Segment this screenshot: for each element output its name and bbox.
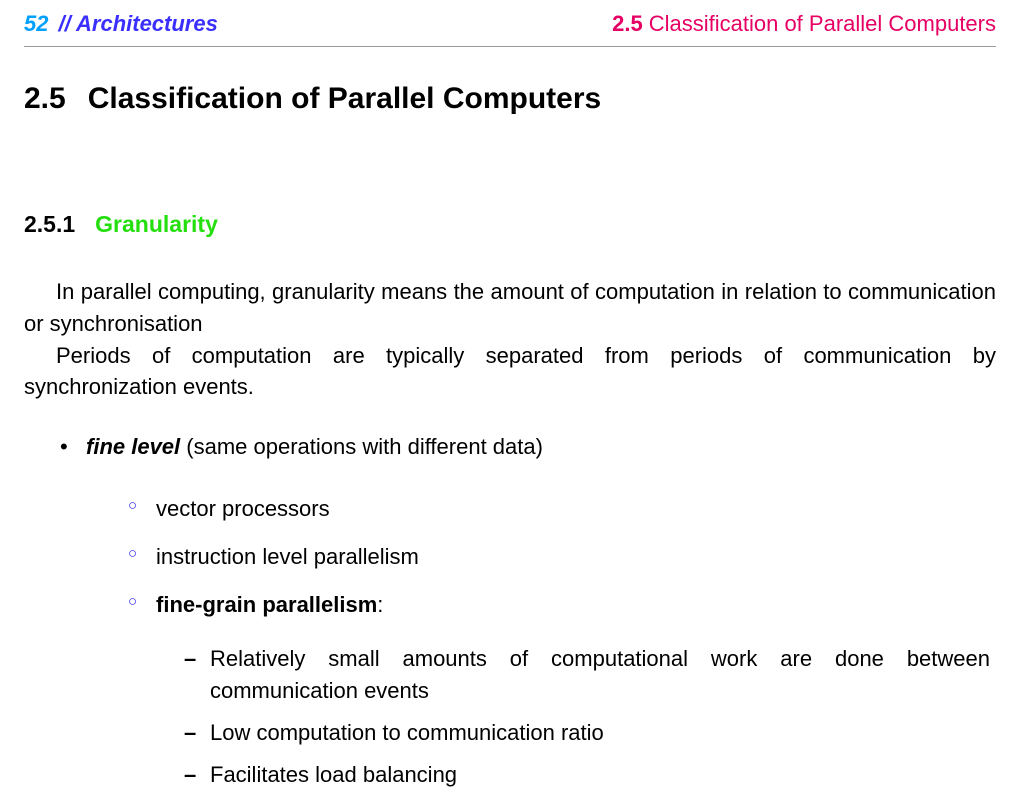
bullet-list: fine level (same operations with differe… bbox=[24, 431, 996, 790]
running-head-left: 52 // Architectures bbox=[24, 8, 218, 40]
fine-level-suffix: (same operations with different data) bbox=[180, 434, 543, 459]
subsection-heading: 2.5.1 Granularity bbox=[24, 208, 996, 241]
running-head-section-number: 2.5 bbox=[612, 8, 643, 40]
fine-grain-label: fine-grain parallelism bbox=[156, 592, 377, 617]
running-head: 52 // Architectures 2.5 Classification o… bbox=[24, 0, 996, 47]
list-item: Low computation to communication ratio bbox=[210, 717, 996, 749]
section-title: Classification of Parallel Computers bbox=[88, 77, 601, 121]
paragraph-2: Periods of computation are typically sep… bbox=[24, 340, 996, 404]
list-item-fine-grain: fine-grain parallelism: Relatively small… bbox=[156, 589, 996, 790]
list-item: instruction level parallelism bbox=[156, 541, 996, 573]
page-number: 52 bbox=[24, 8, 48, 40]
subsection-number: 2.5.1 bbox=[24, 208, 75, 241]
section-heading: 2.5 Classification of Parallel Computers bbox=[24, 77, 996, 121]
fine-grain-colon: : bbox=[377, 592, 383, 617]
paragraph-1: In parallel computing, granularity means… bbox=[24, 276, 996, 340]
fine-level-label: fine level bbox=[86, 434, 180, 459]
list-item: Relatively small amounts of computationa… bbox=[210, 643, 996, 707]
list-item: vector processors bbox=[156, 493, 996, 525]
running-head-section-title: Classification of Parallel Computers bbox=[649, 8, 996, 40]
subsection-title: Granularity bbox=[95, 208, 218, 241]
running-head-right: 2.5 Classification of Parallel Computers bbox=[612, 8, 996, 40]
sub-list: vector processors instruction level para… bbox=[86, 493, 996, 790]
body-text: In parallel computing, granularity means… bbox=[24, 276, 996, 404]
page-content: 52 // Architectures 2.5 Classification o… bbox=[0, 0, 1020, 790]
dash-list: Relatively small amounts of computationa… bbox=[156, 643, 996, 790]
section-number: 2.5 bbox=[24, 77, 66, 121]
list-item: Facilitates load balancing bbox=[210, 759, 996, 790]
chapter-label: // Architectures bbox=[58, 8, 217, 40]
list-item-fine-level: fine level (same operations with differe… bbox=[86, 431, 996, 790]
